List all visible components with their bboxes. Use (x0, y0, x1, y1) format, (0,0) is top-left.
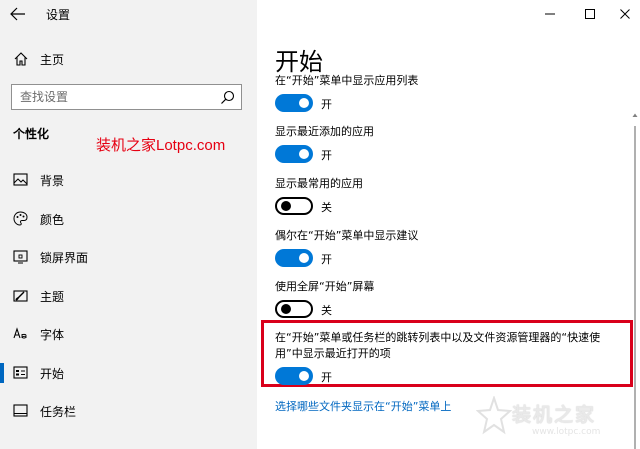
active-indicator (0, 363, 4, 383)
sidebar-item-label: 主题 (40, 290, 65, 304)
toggle-knob (299, 253, 309, 263)
sidebar-item-home[interactable]: 主页 (0, 46, 257, 72)
toggle-knob (299, 98, 309, 108)
close-button[interactable] (605, 0, 640, 28)
toggle-row: 开 (275, 145, 625, 165)
watermark-text: 装机之家Lotpc.com (96, 137, 226, 154)
setting-label: 显示最近添加的应用 (275, 125, 374, 138)
toggle-knob (299, 149, 309, 159)
toggle-row: 关 (275, 300, 625, 320)
setting-recent-items: 在“开始”菜单或任务栏的跳转列表中以及文件资源管理器的“快速使用”中显示最近打开… (275, 330, 625, 387)
setting-label: 在“开始”菜单中显示应用列表 (275, 74, 419, 87)
toggle-row: 开 (275, 94, 625, 114)
palette-icon (13, 211, 28, 226)
home-icon (14, 52, 28, 66)
toggle-knob (299, 371, 309, 381)
toggle-state: 关 (321, 304, 332, 317)
font-icon (13, 327, 27, 339)
toggle-switch[interactable] (275, 300, 313, 318)
search-icon[interactable] (220, 90, 235, 105)
maximize-button[interactable] (570, 0, 610, 28)
minimize-icon (545, 13, 555, 15)
toggle-knob (281, 304, 291, 314)
setting-fullscreen-start: 使用全屏“开始”屏幕 关 (275, 279, 625, 320)
search-box[interactable] (11, 84, 242, 110)
toggle-row: 关 (275, 197, 625, 217)
toggle-state: 开 (321, 371, 332, 384)
sidebar-item-background[interactable]: 背景 (0, 164, 257, 196)
setting-label: 显示最常用的应用 (275, 177, 363, 190)
minimize-button[interactable] (530, 0, 570, 28)
sidebar-item-themes[interactable]: 主题 (0, 280, 257, 312)
toggle-state: 开 (321, 149, 332, 162)
star-logo-icon (476, 396, 512, 435)
toggle-switch[interactable] (275, 197, 313, 215)
setting-most-used: 显示最常用的应用 关 (275, 176, 625, 217)
toggle-switch[interactable] (275, 94, 313, 112)
brand-watermark-url: www.lotpc.com (532, 427, 601, 437)
section-title: 个性化 (13, 127, 50, 141)
titlebar-left: 设置 (0, 0, 257, 28)
sidebar-item-fonts[interactable]: 字体 (0, 318, 257, 350)
toggle-switch[interactable] (275, 367, 313, 385)
back-arrow-icon (10, 7, 25, 21)
start-icon (13, 366, 28, 379)
theme-brush-icon (13, 290, 28, 302)
sidebar-item-start[interactable]: 开始 (0, 357, 257, 389)
sidebar-item-label: 主页 (40, 53, 65, 67)
search-input[interactable] (12, 85, 212, 109)
sidebar-item-label: 锁屏界面 (40, 251, 89, 265)
page-title: 开始 (275, 48, 323, 76)
setting-suggestions: 偶尔在“开始”菜单中显示建议 开 (275, 228, 625, 269)
toggle-switch[interactable] (275, 145, 313, 163)
maximize-icon (585, 9, 595, 19)
choose-folders-link[interactable]: 选择哪些文件夹显示在“开始”菜单上 (275, 398, 451, 414)
setting-recently-added: 显示最近添加的应用 开 (275, 124, 625, 165)
toggle-state: 开 (321, 98, 332, 111)
sidebar-item-lockscreen[interactable]: 锁屏界面 (0, 241, 257, 273)
sidebar-item-label: 背景 (40, 174, 65, 188)
close-icon (620, 9, 630, 19)
sidebar-item-label: 字体 (40, 328, 65, 342)
setting-label: 在“开始”菜单或任务栏的跳转列表中以及文件资源管理器的“快速使用”中显示最近打开… (275, 331, 601, 360)
sidebar: 设置 主页 个性化 装机之家Lotpc.com 背景 颜色 (0, 0, 257, 449)
sidebar-item-taskbar[interactable]: 任务栏 (0, 395, 257, 427)
brand-watermark: 装机之家 www.lotpc.com (476, 394, 636, 444)
titlebar-right (257, 0, 640, 28)
toggle-row: 开 (275, 367, 625, 387)
sidebar-item-label: 开始 (40, 367, 65, 381)
sidebar-item-label: 任务栏 (40, 405, 77, 419)
back-button[interactable] (10, 6, 28, 22)
taskbar-icon (13, 404, 28, 417)
setting-label: 偶尔在“开始”菜单中显示建议 (275, 229, 419, 242)
toggle-switch[interactable] (275, 249, 313, 267)
setting-show-app-list: 在“开始”菜单中显示应用列表 开 (275, 73, 625, 114)
brand-watermark-text: 装机之家 (512, 404, 597, 426)
lockscreen-icon (13, 250, 28, 264)
toggle-state: 关 (321, 201, 332, 214)
sidebar-item-colors[interactable]: 颜色 (0, 203, 257, 235)
window-title: 设置 (46, 8, 71, 22)
scroll-up-arrow-icon[interactable] (632, 112, 638, 118)
sidebar-item-label: 颜色 (40, 213, 65, 227)
toggle-row: 开 (275, 249, 625, 269)
toggle-knob (281, 201, 291, 211)
toggle-state: 开 (321, 253, 332, 266)
image-icon (13, 173, 28, 186)
setting-label: 使用全屏“开始”屏幕 (275, 280, 375, 293)
